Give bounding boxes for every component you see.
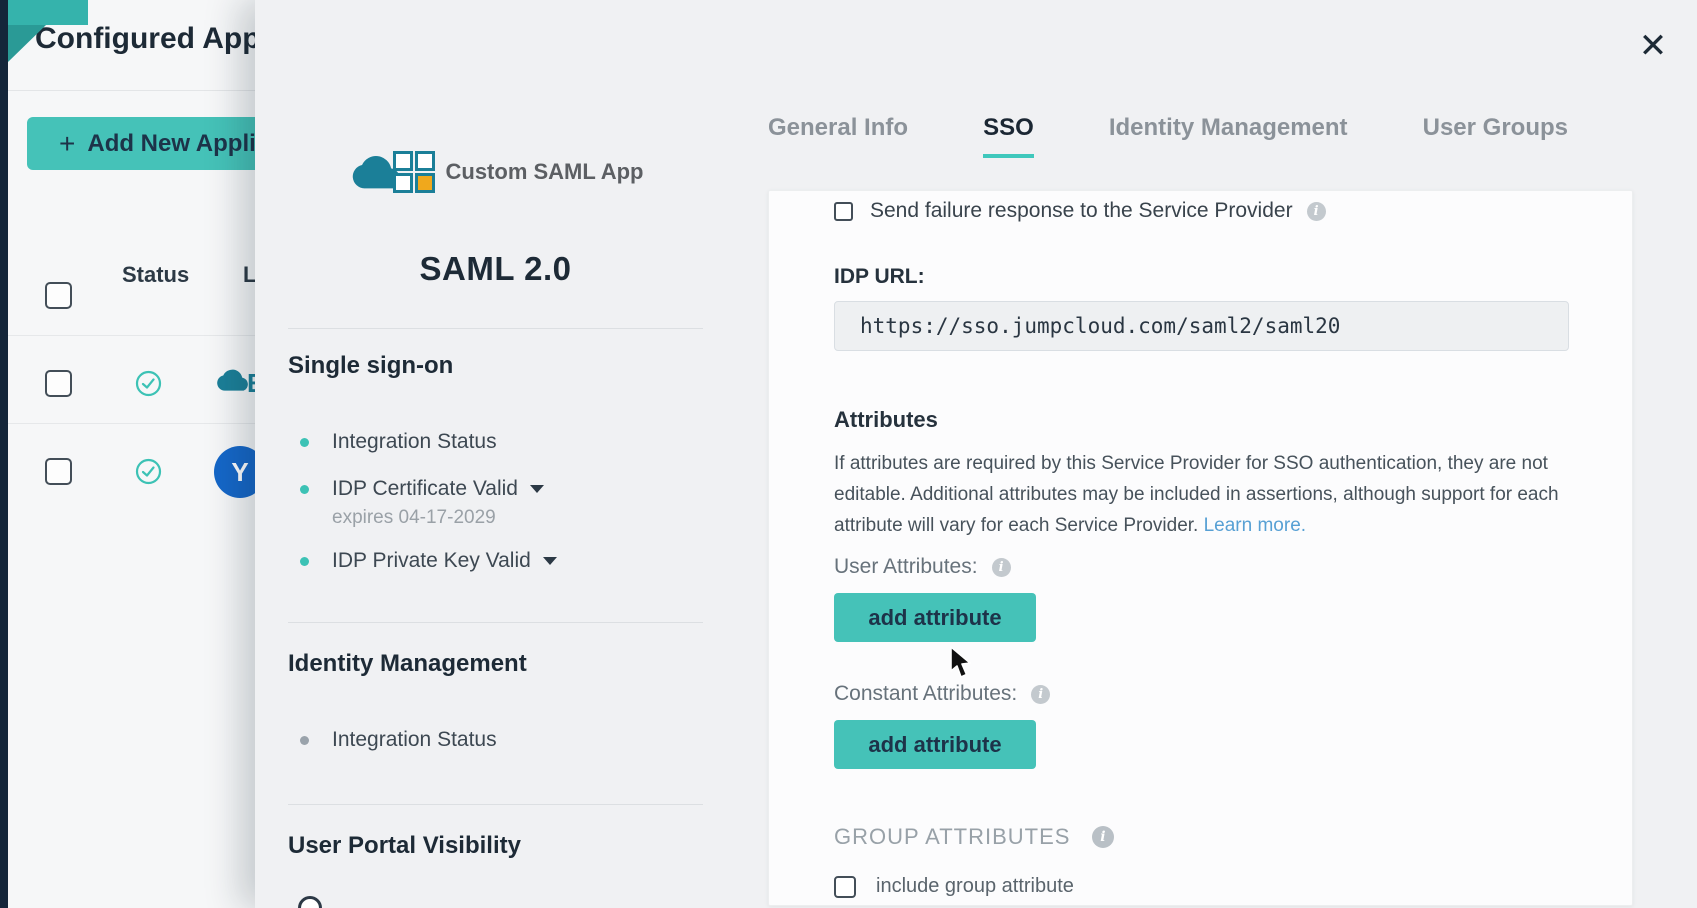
app-logo-label: Custom SAML App xyxy=(446,159,644,185)
app-summary-sidebar: Custom SAML App SAML 2.0 Single sign-on … xyxy=(288,0,703,908)
idp-private-key-item[interactable]: IDP Private Key Valid xyxy=(300,549,557,573)
group-attributes-label: GROUP ATTRIBUTES xyxy=(834,824,1070,850)
idp-url-input[interactable] xyxy=(834,301,1569,351)
sso-panel: Send failure response to the Service Pro… xyxy=(768,190,1633,906)
add-user-attribute-button[interactable]: add attribute xyxy=(834,593,1036,642)
add-new-application-label: Add New Applic xyxy=(87,130,269,157)
section-heading-identity-management: Identity Management xyxy=(288,650,527,678)
status-dot-icon xyxy=(300,736,309,745)
idp-url-label: IDP URL: xyxy=(834,265,1567,289)
certificate-expiry-text: expires 04-17-2029 xyxy=(332,507,496,529)
status-dot-icon xyxy=(300,557,309,566)
divider xyxy=(288,622,703,623)
app-logo: Custom SAML App xyxy=(288,150,703,194)
row-checkbox[interactable] xyxy=(45,370,72,397)
user-attributes-label: User Attributes: xyxy=(834,555,978,579)
group-attributes-row: GROUP ATTRIBUTES i xyxy=(834,824,1567,850)
status-active-icon xyxy=(135,458,162,485)
divider xyxy=(8,423,258,424)
section-heading-sso: Single sign-on xyxy=(288,352,453,380)
saml-app-config-modal: ✕ Custom SAML App SAML 2.0 Single sign-o… xyxy=(255,0,1697,908)
column-header-status: Status xyxy=(122,262,189,288)
close-icon[interactable]: ✕ xyxy=(1631,24,1675,68)
idm-integration-status-item: Integration Status xyxy=(300,728,497,752)
include-group-attribute-row: include group attribute xyxy=(834,875,1567,898)
protocol-title: SAML 2.0 xyxy=(288,250,703,288)
include-group-attribute-checkbox[interactable] xyxy=(834,876,856,898)
add-new-application-button[interactable]: + Add New Applic xyxy=(27,117,267,170)
caret-down-icon[interactable] xyxy=(543,557,557,565)
info-icon[interactable]: i xyxy=(1031,685,1050,704)
divider xyxy=(288,804,703,805)
row-checkbox[interactable] xyxy=(45,458,72,485)
tab-general-info[interactable]: General Info xyxy=(768,114,908,154)
info-icon[interactable]: i xyxy=(1307,202,1326,221)
grid-icon xyxy=(392,150,436,194)
tab-user-groups[interactable]: User Groups xyxy=(1423,114,1568,154)
tab-identity-management[interactable]: Identity Management xyxy=(1109,114,1348,154)
send-failure-checkbox[interactable] xyxy=(834,202,853,221)
add-constant-attribute-button[interactable]: add attribute xyxy=(834,720,1036,769)
status-active-icon xyxy=(135,370,162,397)
constant-attributes-label: Constant Attributes: xyxy=(834,682,1017,706)
divider xyxy=(8,335,258,336)
modal-tabs: General Info SSO Identity Management Use… xyxy=(768,114,1568,158)
learn-more-link[interactable]: Learn more. xyxy=(1204,515,1306,536)
plus-icon: + xyxy=(59,128,75,159)
status-dot-icon xyxy=(300,485,309,494)
status-dot-icon xyxy=(300,438,309,447)
send-failure-label: Send failure response to the Service Pro… xyxy=(870,199,1293,223)
section-heading-user-portal: User Portal Visibility xyxy=(288,832,521,860)
corner-ribbon xyxy=(0,0,92,64)
left-nav-rail xyxy=(0,0,8,908)
tab-sso[interactable]: SSO xyxy=(983,114,1034,158)
info-icon[interactable]: i xyxy=(992,558,1011,577)
clipped-radio-icon xyxy=(298,896,322,908)
include-group-attribute-label: include group attribute xyxy=(876,875,1074,898)
caret-down-icon[interactable] xyxy=(530,485,544,493)
divider xyxy=(288,328,703,329)
idp-certificate-item[interactable]: IDP Certificate Valid xyxy=(300,477,544,501)
select-all-checkbox[interactable] xyxy=(45,282,72,309)
constant-attributes-row: Constant Attributes: i xyxy=(834,682,1567,706)
sso-integration-status-item: Integration Status xyxy=(300,430,497,454)
info-icon[interactable]: i xyxy=(1092,826,1114,848)
divider xyxy=(8,90,258,91)
attributes-description: If attributes are required by this Servi… xyxy=(834,448,1574,541)
send-failure-row: Send failure response to the Service Pro… xyxy=(834,199,1567,223)
user-attributes-row: User Attributes: i xyxy=(834,555,1567,579)
attributes-heading: Attributes xyxy=(834,407,1567,433)
